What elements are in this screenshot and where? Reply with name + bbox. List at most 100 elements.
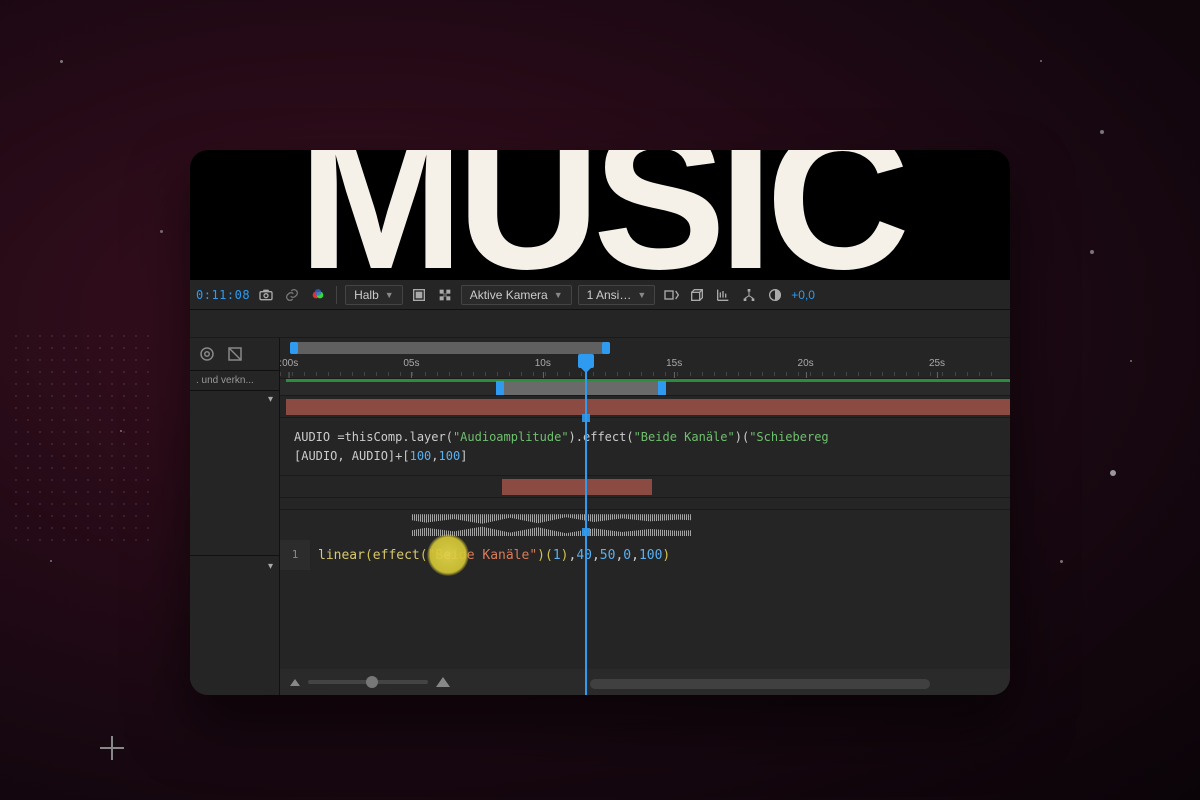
code-punct: , [592, 548, 600, 563]
layer-track-2[interactable] [280, 476, 1010, 498]
timeline-left-column: . und verkn... ▾ ▾ [190, 338, 280, 695]
link-icon[interactable] [282, 285, 302, 305]
resolution-value: Halb [354, 288, 379, 302]
timeline-tracks[interactable]: :00s 05s 10s 15s 20s 25s [280, 338, 1010, 695]
work-area-start-handle[interactable] [290, 342, 298, 354]
star [1110, 470, 1116, 476]
expr-text: ).effect( [569, 430, 634, 444]
ruler-tick: 05s [403, 358, 419, 369]
code-number: 0 [623, 548, 631, 563]
star [1040, 60, 1042, 62]
audio-waveform-track[interactable] [280, 510, 1010, 540]
code-punct: ) [662, 548, 670, 563]
expr-text: , [431, 449, 438, 463]
layer-clip[interactable] [502, 479, 652, 495]
zoom-in-mountain-icon[interactable] [436, 677, 450, 687]
roi-icon[interactable] [409, 285, 429, 305]
click-highlight-icon [427, 534, 469, 576]
playhead-marker [582, 414, 590, 422]
expr-string: "Audioamplitude" [453, 430, 569, 444]
expr-text: ] [460, 449, 467, 463]
code-function: linear [318, 548, 365, 563]
star [120, 430, 122, 432]
star [1100, 130, 1104, 134]
ruler-tick: :00s [280, 358, 298, 369]
code-punct: ( [365, 548, 373, 563]
waveform-icon [412, 514, 692, 526]
star [50, 560, 52, 562]
timeline-bottom-bar [280, 669, 1010, 695]
expr-number: 100 [410, 449, 432, 463]
shy-layers-icon[interactable] [198, 345, 216, 363]
ruler-tick: 10s [535, 358, 551, 369]
star [60, 60, 63, 63]
expr-string: "Schiebereg [749, 430, 828, 444]
work-area-segment[interactable] [496, 381, 666, 395]
toolbar-separator [336, 286, 337, 304]
channels-icon[interactable] [308, 285, 328, 305]
code-number: 50 [600, 548, 616, 563]
code-punct: , [631, 548, 639, 563]
resolution-dropdown[interactable]: Halb ▼ [345, 285, 403, 305]
expression-code-line[interactable]: linear(effect("Beide Kanäle")(1),40,50,0… [318, 548, 670, 563]
layer-clip[interactable] [286, 399, 1010, 415]
views-value: 1 Ansi… [587, 288, 632, 302]
chevron-down-icon: ▼ [637, 290, 646, 300]
views-dropdown[interactable]: 1 Ansi… ▼ [578, 285, 656, 305]
crosshair-icon [100, 736, 124, 760]
camera-value: Aktive Kamera [470, 288, 548, 302]
expr-string: "Beide Kanäle" [634, 430, 735, 444]
chevron-down-icon: ▼ [385, 290, 394, 300]
zoom-slider[interactable] [308, 680, 428, 684]
zoom-out-mountain-icon[interactable] [290, 679, 300, 686]
playhead-marker [582, 528, 590, 536]
guides-icon[interactable] [713, 285, 733, 305]
work-area-strip[interactable] [280, 378, 1010, 396]
segment-end-handle[interactable] [658, 381, 666, 395]
truncated-property-label: . und verkn... [190, 370, 279, 390]
transparency-grid-icon[interactable] [435, 285, 455, 305]
active-camera-dropdown[interactable]: Aktive Kamera ▼ [461, 285, 572, 305]
3d-view-icon[interactable] [687, 285, 707, 305]
empty-track [280, 498, 1010, 510]
expr-text: [AUDIO, AUDIO]+[ [294, 449, 410, 463]
work-area-end-handle[interactable] [602, 342, 610, 354]
current-timecode[interactable]: 0:11:08 [196, 288, 250, 302]
expr-number: 100 [439, 449, 461, 463]
star [160, 230, 163, 233]
work-area-bar[interactable] [290, 342, 610, 354]
flowchart-icon[interactable] [739, 285, 759, 305]
code-number: 1 [553, 548, 561, 563]
expression-display: AUDIO =thisComp.layer("Audioamplitude").… [280, 418, 1010, 476]
exposure-value[interactable]: +0,0 [791, 288, 815, 302]
preview-toolbar: 0:11:08 Halb ▼ Aktive Kamera ▼ 1 Ansi… ▼ [190, 280, 1010, 310]
line-number: 1 [280, 540, 310, 570]
horizontal-scrollbar[interactable] [590, 679, 930, 689]
code-number: 100 [639, 548, 662, 563]
expr-text: AUDIO =thisComp.layer( [294, 430, 453, 444]
frame-blend-icon[interactable] [226, 345, 244, 363]
code-punct: ) [537, 548, 545, 563]
layer-collapse-chevron[interactable]: ▾ [268, 561, 273, 572]
app-window: MUSIC 0:11:08 Halb ▼ Aktive Kamera ▼ 1 A… [190, 150, 1010, 695]
ruler-tick: 15s [666, 358, 682, 369]
snapshot-icon[interactable] [256, 285, 276, 305]
track-area: AUDIO =thisComp.layer("Audioamplitude").… [280, 378, 1010, 695]
star [1060, 560, 1063, 563]
layer-collapse-chevron[interactable]: ▾ [268, 394, 273, 405]
expression-editor[interactable]: 1 linear(effect("Beide Kanäle")(1),40,50… [280, 540, 1010, 570]
layer-track-1[interactable] [280, 396, 1010, 418]
zoom-slider-knob[interactable] [366, 676, 378, 688]
code-function: effect [373, 548, 420, 563]
time-ruler[interactable]: :00s 05s 10s 15s 20s 25s [280, 358, 1010, 378]
expr-text: )( [735, 430, 749, 444]
segment-start-handle[interactable] [496, 381, 504, 395]
star [1090, 250, 1094, 254]
decorative-dot-grid [10, 330, 150, 550]
ruler-tick: 20s [798, 358, 814, 369]
ruler-tick: 25s [929, 358, 945, 369]
code-punct: ( [545, 548, 553, 563]
composition-title-banner: MUSIC [190, 150, 1010, 280]
exposure-reset-icon[interactable] [765, 285, 785, 305]
fast-preview-icon[interactable] [661, 285, 681, 305]
